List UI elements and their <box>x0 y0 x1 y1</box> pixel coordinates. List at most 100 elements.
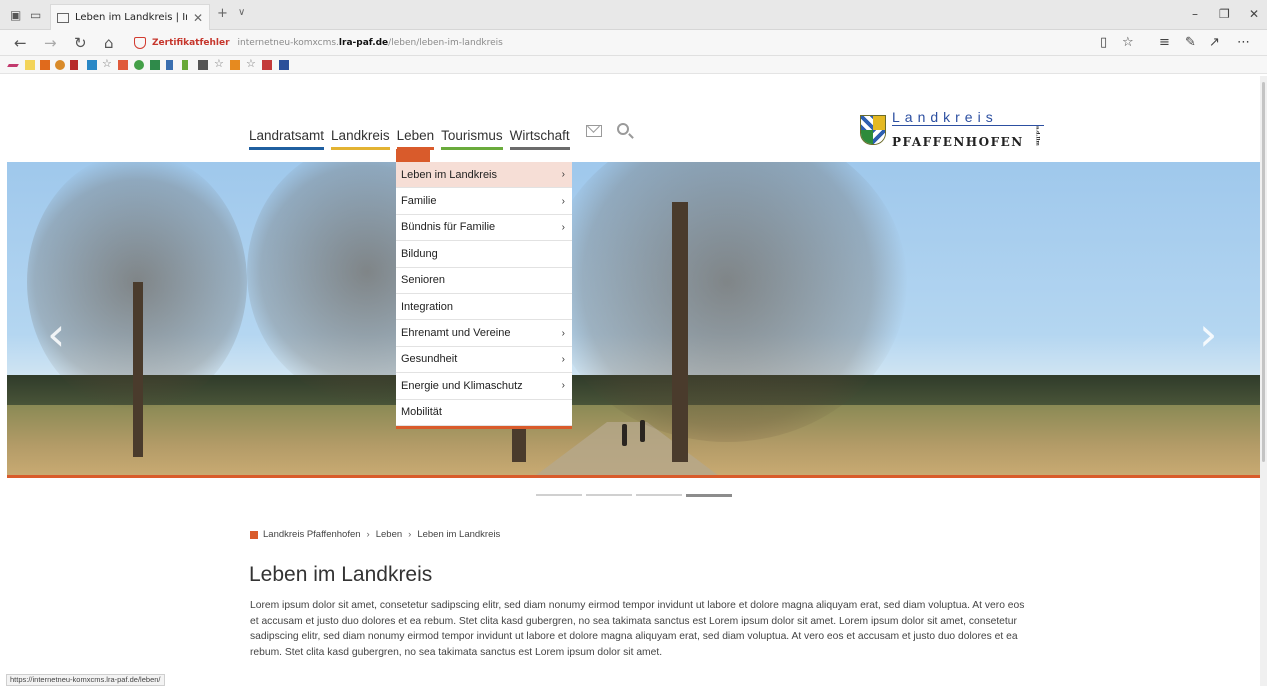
chevron-right-icon: › <box>561 169 565 181</box>
coat-of-arms-icon <box>860 114 886 145</box>
address-bar: ← → ↻ ⌂ Zertifikatfehler internetneu-kom… <box>0 30 1267 56</box>
slider-prev-button[interactable]: ‹ <box>47 307 65 361</box>
dropdown-item[interactable]: Leben im Landkreis › <box>396 162 572 189</box>
dropdown-item[interactable]: Integration <box>396 294 572 321</box>
page-icon <box>57 12 69 23</box>
reading-view-icon[interactable]: ▯ <box>1100 35 1107 50</box>
favorite-icon[interactable] <box>150 60 160 70</box>
dropdown-item-label: Familie <box>401 195 437 208</box>
favorite-star-icon[interactable]: ☆ <box>246 57 258 70</box>
favorite-star-icon[interactable]: ☆ <box>214 57 226 70</box>
favorite-icon[interactable] <box>182 60 188 70</box>
main-navigation: Landratsamt Landkreis Leben Tourismus Wirtsc… <box>249 128 577 150</box>
share-icon[interactable]: ↗ <box>1209 35 1220 50</box>
hero-accent-border <box>7 475 1262 478</box>
breadcrumb-item[interactable]: Landkreis Pfaffenhofen <box>263 529 361 540</box>
web-note-icon[interactable]: ✎ <box>1185 35 1196 50</box>
landkreis-logo[interactable]: Landkreis PFAFFENHOFEN a.d.Ilm <box>860 110 1045 150</box>
favorite-icon[interactable] <box>55 60 65 70</box>
logo-suffix: a.d.Ilm <box>1034 126 1041 146</box>
favorite-icon[interactable] <box>87 60 97 70</box>
slider-dot[interactable] <box>636 494 682 496</box>
active-menu-indicator <box>396 149 430 162</box>
forward-icon[interactable]: → <box>44 34 57 52</box>
dropdown-item[interactable]: Bildung <box>396 241 572 268</box>
browser-tab[interactable]: Leben im Landkreis | In ✕ <box>50 4 210 30</box>
nav-item-tourismus[interactable]: Tourismus <box>441 128 503 150</box>
nav-item-label: Wirtschaft <box>509 128 570 143</box>
favorite-star-icon[interactable]: ☆ <box>102 57 114 70</box>
favorite-icon[interactable] <box>134 60 144 70</box>
url-domain: lra-paf.de <box>338 38 389 48</box>
home-icon[interactable]: ⌂ <box>104 34 114 52</box>
tab-list-chevron-icon[interactable]: ∨ <box>238 7 245 18</box>
search-icon[interactable] <box>617 123 629 135</box>
dropdown-item[interactable]: Energie und Klimaschutz › <box>396 373 572 400</box>
breadcrumb-item[interactable]: Leben <box>376 529 402 540</box>
url-field[interactable]: Zertifikatfehler internetneu-komxcms. lr… <box>134 33 1134 53</box>
favorite-icon[interactable] <box>25 60 35 70</box>
chevron-right-icon: › <box>561 380 565 392</box>
tree-trunk <box>133 282 143 457</box>
dropdown-item-label: Integration <box>401 300 453 313</box>
nav-item-landkreis[interactable]: Landkreis <box>331 128 390 150</box>
dropdown-item[interactable]: Mobilität <box>396 400 572 426</box>
nav-underline <box>331 147 390 150</box>
dropdown-item-label: Leben im Landkreis <box>401 168 498 181</box>
dropdown-item[interactable]: Gesundheit › <box>396 347 572 374</box>
refresh-icon[interactable]: ↻ <box>74 34 87 52</box>
back-icon[interactable]: ← <box>14 34 27 52</box>
certificate-warning-icon[interactable] <box>134 37 146 49</box>
dropdown-item-label: Senioren <box>401 274 446 287</box>
mail-icon[interactable] <box>586 125 602 137</box>
hub-icon[interactable]: ≡ <box>1159 35 1170 50</box>
logo-line2: PFAFFENHOFEN a.d.Ilm <box>892 126 1044 150</box>
favorite-icon[interactable] <box>279 60 289 70</box>
slider-dot[interactable] <box>536 494 582 496</box>
dropdown-item-label: Energie und Klimaschutz <box>401 379 523 392</box>
more-icon[interactable]: ⋯ <box>1237 35 1250 50</box>
chevron-right-icon: › <box>561 327 565 339</box>
walking-person <box>622 424 627 446</box>
dropdown-item[interactable]: Senioren <box>396 268 572 294</box>
favorite-icon[interactable] <box>198 60 208 70</box>
favorite-icon[interactable] <box>166 60 173 70</box>
nav-item-landratsamt[interactable]: Landratsamt <box>249 128 325 150</box>
nav-underline <box>509 147 570 150</box>
page-title: Leben im Landkreis <box>249 563 433 586</box>
nav-item-wirtschaft[interactable]: Wirtschaft <box>509 128 570 150</box>
slider-dot[interactable] <box>686 494 732 497</box>
favorite-icon[interactable] <box>7 64 19 67</box>
dropdown-item-label: Mobilität <box>401 406 442 419</box>
close-window-icon[interactable]: ✕ <box>1249 7 1259 21</box>
breadcrumb-separator-icon: › <box>366 529 370 540</box>
tab-close-icon[interactable]: ✕ <box>193 11 203 25</box>
favorite-icon[interactable] <box>262 60 272 70</box>
dropdown-item-label: Gesundheit <box>401 353 458 366</box>
browser-tab-bar: ▣ ▭ Leben im Landkreis | In ✕ + ∨ – ❐ ✕ <box>0 0 1267 30</box>
slider-next-button[interactable]: › <box>1199 307 1217 361</box>
favorite-icon[interactable] <box>118 60 128 70</box>
slider-pagination <box>536 494 736 497</box>
favorite-icon[interactable] <box>70 60 78 70</box>
body-text: Lorem ipsum dolor sit amet, consetetur s… <box>250 600 1025 658</box>
tab-preview-icon[interactable]: ▭ <box>30 8 41 22</box>
minimize-icon[interactable]: – <box>1192 7 1198 21</box>
tab-actions-icon[interactable]: ▣ <box>10 8 21 22</box>
logo-text: Landkreis PFAFFENHOFEN a.d.Ilm <box>892 110 1045 150</box>
scrollbar-thumb[interactable] <box>1262 82 1265 462</box>
certificate-error-label[interactable]: Zertifikatfehler <box>152 38 230 48</box>
slider-dot[interactable] <box>586 494 632 496</box>
tab-title: Leben im Landkreis | In <box>75 12 187 23</box>
maximize-icon[interactable]: ❐ <box>1219 7 1230 21</box>
nav-underline <box>441 147 503 150</box>
dropdown-item[interactable]: Familie › <box>396 188 572 215</box>
nav-item-leben[interactable]: Leben <box>396 128 435 150</box>
new-tab-button[interactable]: + <box>217 6 228 21</box>
favorite-star-icon[interactable]: ☆ <box>1122 35 1134 50</box>
url-path: /leben/leben-im-landkreis <box>388 38 503 48</box>
dropdown-item[interactable]: Ehrenamt und Vereine › <box>396 320 572 347</box>
dropdown-item[interactable]: Bündnis für Familie › <box>396 215 572 242</box>
favorite-icon[interactable] <box>40 60 50 70</box>
favorite-icon[interactable] <box>230 60 240 70</box>
